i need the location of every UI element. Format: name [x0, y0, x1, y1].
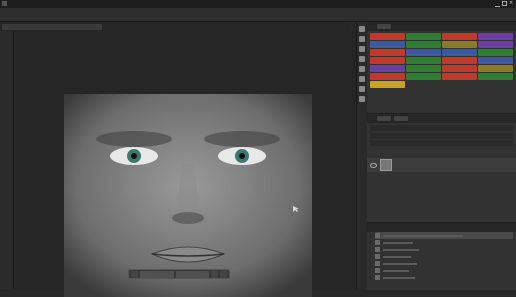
blend-mode-row[interactable]: [370, 133, 513, 139]
app-icon: [2, 1, 7, 6]
tab-channels[interactable]: [377, 116, 391, 121]
action-button[interactable]: [442, 65, 477, 72]
action-button[interactable]: [406, 65, 441, 72]
action-button[interactable]: [478, 49, 513, 56]
action-button[interactable]: [478, 73, 513, 80]
layer-thumbnail: [380, 159, 392, 171]
tab-secondary[interactable]: [377, 24, 391, 29]
tools-panel[interactable]: [0, 31, 14, 289]
brush-icon[interactable]: [359, 46, 365, 52]
maximize-icon[interactable]: [502, 1, 507, 6]
panel-icon-strip[interactable]: [356, 22, 367, 289]
action-button[interactable]: [406, 49, 441, 56]
more-icon[interactable]: [220, 270, 227, 278]
history-snapshot[interactable]: [375, 232, 513, 239]
action-button[interactable]: [370, 49, 405, 56]
cursor-icon: [293, 206, 299, 212]
action-button[interactable]: [442, 73, 477, 80]
paragraph-icon[interactable]: [359, 66, 365, 72]
action-button[interactable]: [478, 33, 513, 40]
close-icon[interactable]: ×: [509, 1, 514, 6]
adjustments-icon[interactable]: [359, 56, 365, 62]
history-step[interactable]: [375, 274, 513, 281]
visibility-icon[interactable]: [370, 162, 377, 168]
settings-icon[interactable]: [211, 270, 218, 278]
layers-panel-tabs[interactable]: [367, 114, 516, 123]
swatches-icon[interactable]: [359, 86, 365, 92]
context-button-2[interactable]: [175, 270, 209, 278]
history-icon[interactable]: [359, 26, 365, 32]
action-button[interactable]: [442, 41, 477, 48]
action-button[interactable]: [406, 33, 441, 40]
action-button[interactable]: [442, 81, 477, 88]
action-button[interactable]: [406, 57, 441, 64]
history-step[interactable]: [375, 239, 513, 246]
history-step[interactable]: [375, 260, 513, 267]
layers-panel[interactable]: [367, 113, 516, 222]
action-button[interactable]: [370, 73, 405, 80]
action-button[interactable]: [478, 57, 513, 64]
minimize-icon[interactable]: [495, 1, 500, 7]
action-button[interactable]: [478, 81, 513, 88]
action-button[interactable]: [478, 41, 513, 48]
actions-panel-tabs[interactable]: [367, 22, 516, 31]
properties-icon[interactable]: [359, 36, 365, 42]
document-tab[interactable]: [2, 24, 102, 30]
move-handle-icon[interactable]: [131, 270, 138, 278]
action-button[interactable]: [370, 65, 405, 72]
action-button[interactable]: [406, 41, 441, 48]
action-button[interactable]: [442, 49, 477, 56]
history-step[interactable]: [375, 267, 513, 274]
history-panel[interactable]: [367, 222, 516, 290]
actions-button-grid[interactable]: [370, 33, 513, 88]
action-button[interactable]: [370, 81, 405, 88]
tab-paths[interactable]: [394, 116, 408, 121]
context-button-1[interactable]: [140, 270, 174, 278]
history-panel-tabs[interactable]: [367, 223, 516, 232]
action-button[interactable]: [406, 81, 441, 88]
layer-row[interactable]: [367, 158, 516, 172]
history-step[interactable]: [375, 246, 513, 253]
face-render: [64, 94, 312, 297]
info-icon[interactable]: [359, 96, 365, 102]
options-bar[interactable]: [0, 8, 516, 22]
action-button[interactable]: [406, 73, 441, 80]
action-button[interactable]: [370, 33, 405, 40]
action-button[interactable]: [442, 57, 477, 64]
action-button[interactable]: [370, 41, 405, 48]
history-step[interactable]: [375, 253, 513, 260]
canvas-area[interactable]: [14, 31, 356, 297]
document-tab-bar[interactable]: [0, 22, 350, 31]
portrait-image: [64, 94, 312, 297]
action-button[interactable]: [370, 57, 405, 64]
contextual-task-bar[interactable]: [128, 269, 230, 279]
right-panel-dock[interactable]: [367, 22, 516, 290]
lock-row[interactable]: [370, 140, 513, 146]
menu-bar[interactable]: ×: [0, 0, 516, 8]
layer-filter-row[interactable]: [370, 125, 513, 131]
character-icon[interactable]: [359, 76, 365, 82]
action-button[interactable]: [478, 65, 513, 72]
action-button[interactable]: [442, 33, 477, 40]
